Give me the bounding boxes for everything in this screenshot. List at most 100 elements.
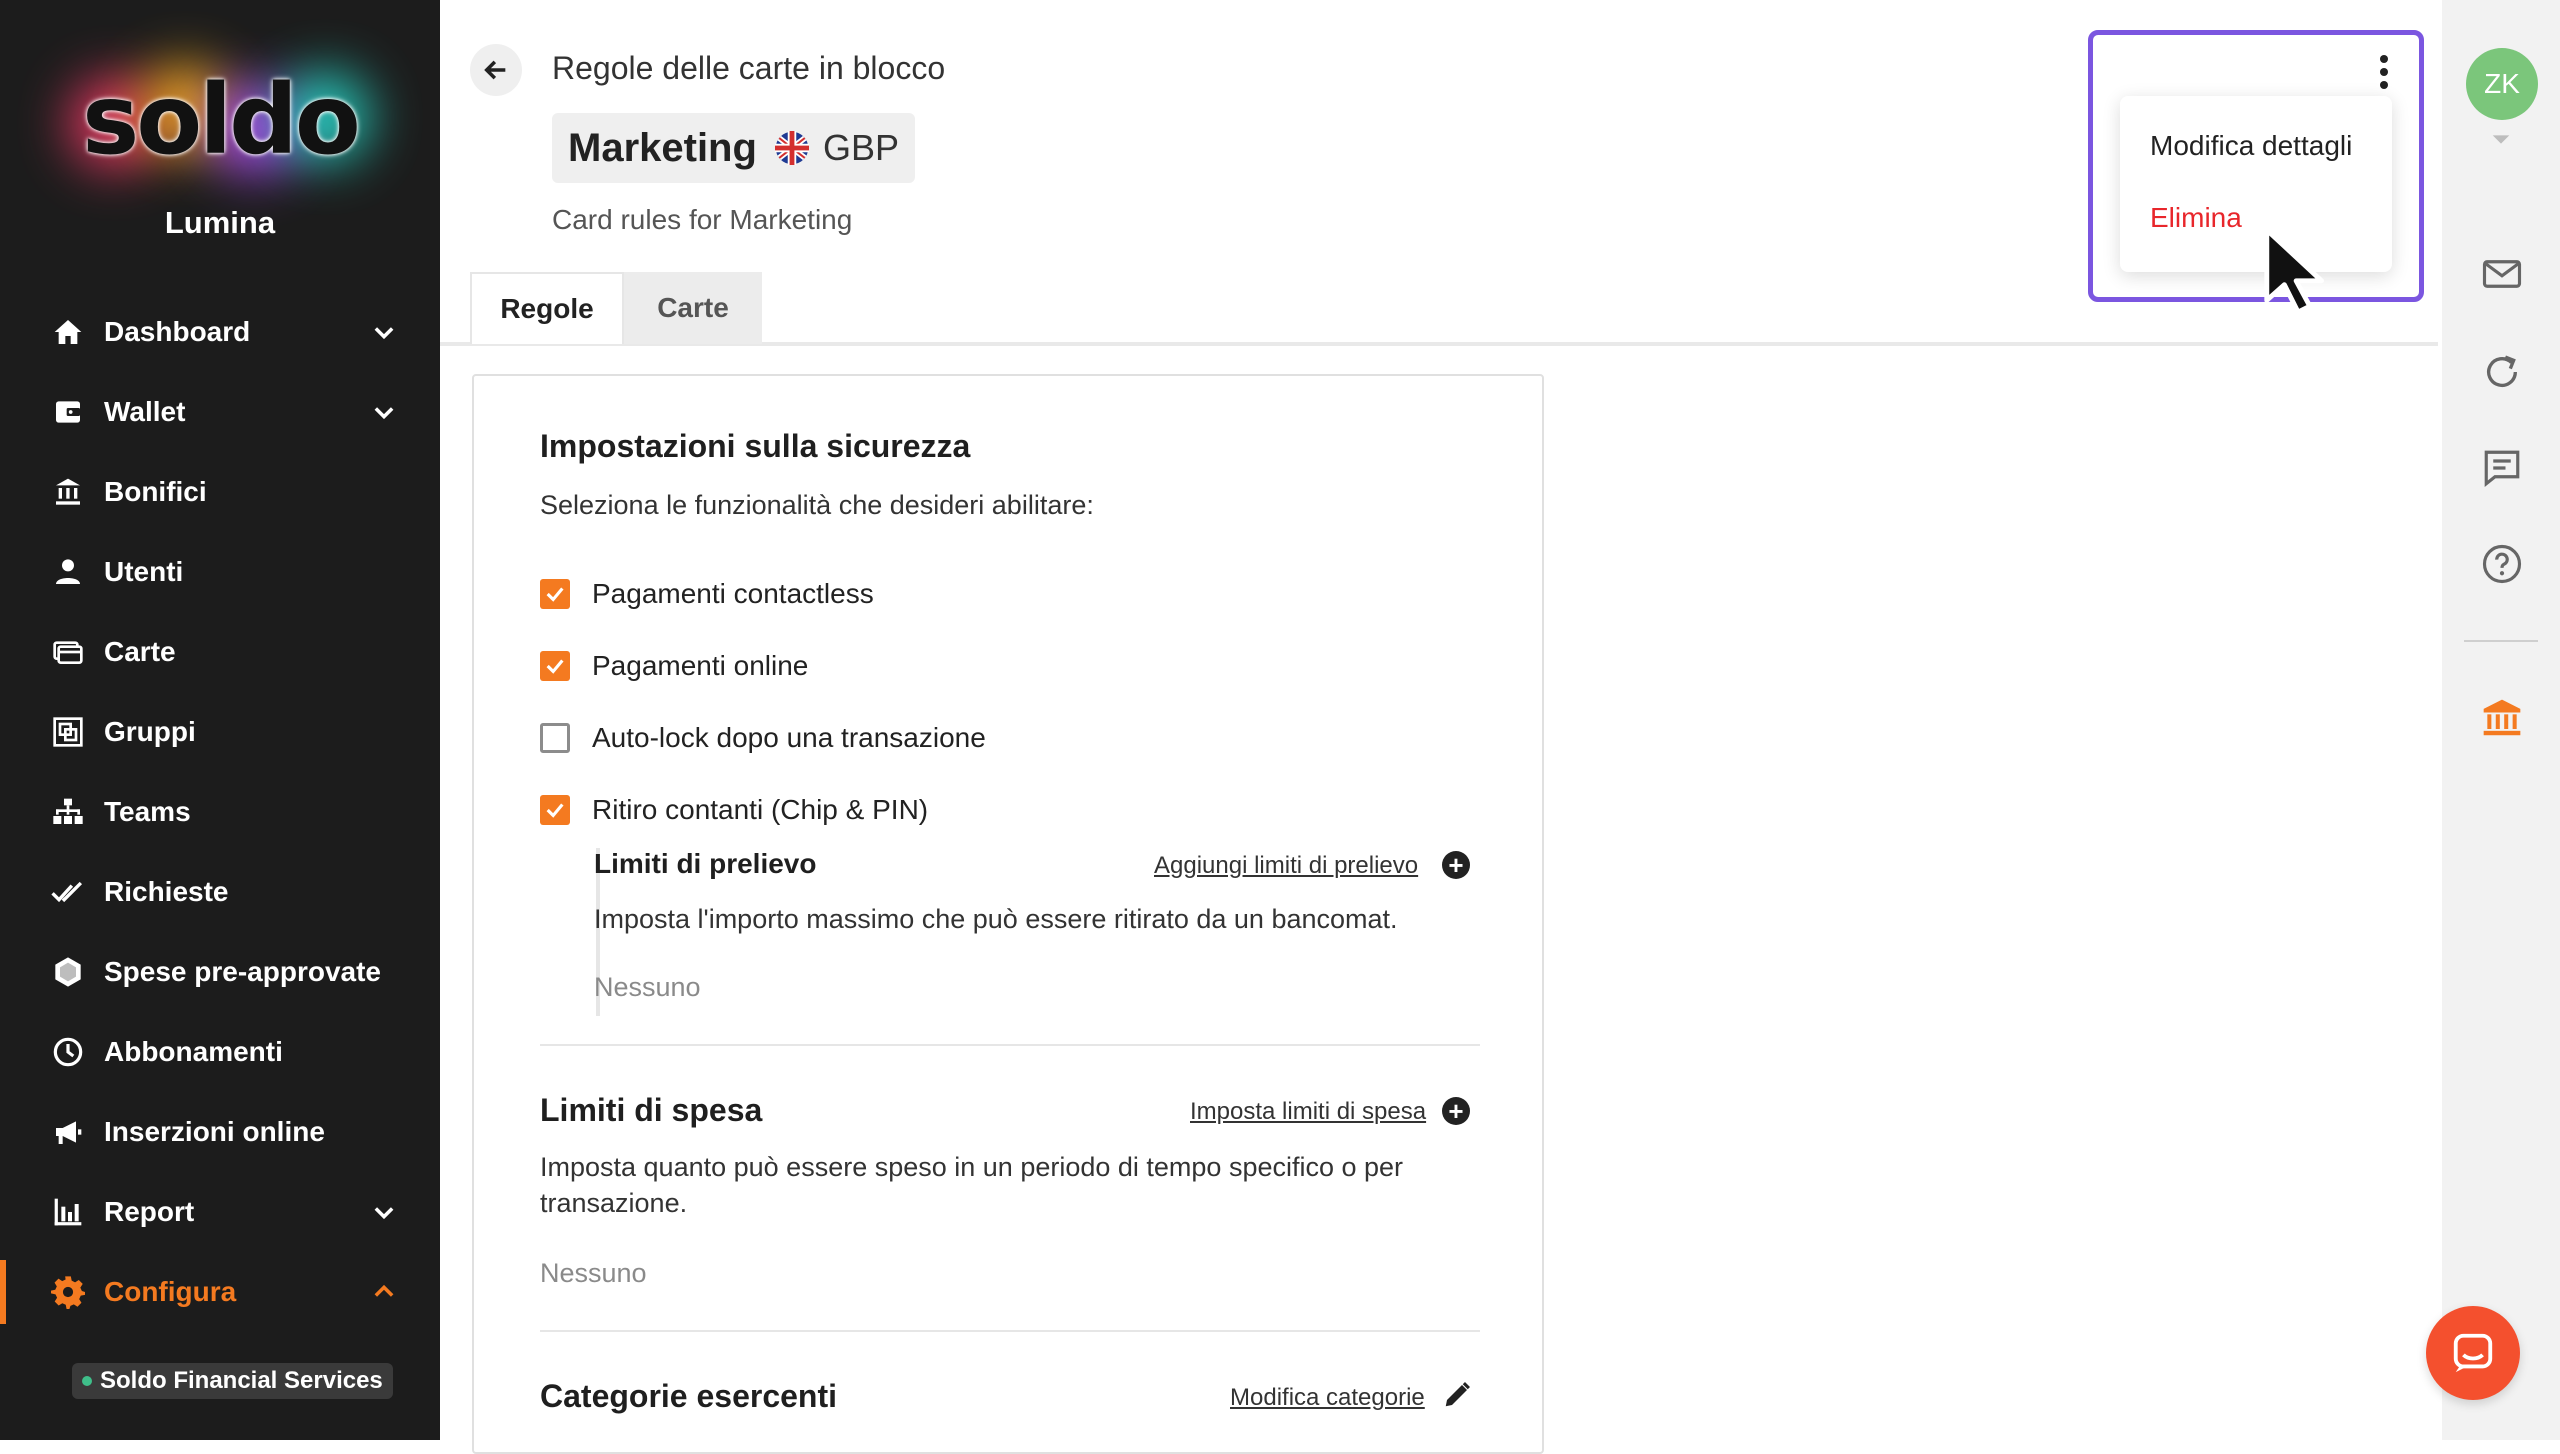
- tab-regole[interactable]: Regole: [470, 272, 624, 344]
- option-auto-lock[interactable]: Auto-lock dopo una transazione: [540, 718, 986, 758]
- sidebar-item-label: Bonifici: [104, 476, 207, 507]
- gear-icon: [50, 1274, 86, 1310]
- cards-icon: [50, 634, 86, 670]
- sidebar-item-richieste[interactable]: Richieste: [0, 852, 440, 932]
- sidebar-item-gruppi[interactable]: Gruppi: [0, 692, 440, 772]
- security-section-title: Impostazioni sulla sicurezza: [540, 428, 971, 464]
- sidebar-item-abbonamenti[interactable]: Abbonamenti: [0, 1012, 440, 1092]
- help-icon[interactable]: [2480, 542, 2524, 586]
- hexagon-icon: [50, 954, 86, 990]
- sidebar-item-configura[interactable]: Configura: [0, 1252, 440, 1332]
- merchant-categories-title: Categorie esercenti: [540, 1378, 838, 1414]
- status-dot: [82, 1376, 92, 1386]
- sidebar-item-label: Configura: [104, 1276, 237, 1307]
- sidebar-nav: Dashboard Wallet Bonifici Utenti Carte G…: [0, 292, 440, 1332]
- page-subtitle: Card rules for Marketing: [552, 204, 853, 235]
- sidebar-item-utenti[interactable]: Utenti: [0, 532, 440, 612]
- menu-item-edit-details[interactable]: Modifica dettagli: [2150, 130, 2352, 162]
- sidebar-item-label: Spese pre-approvate: [104, 956, 381, 987]
- sidebar-item-report[interactable]: Report: [0, 1172, 440, 1252]
- sidebar-item-label: Utenti: [104, 556, 184, 587]
- soldo-logo[interactable]: soldo: [60, 58, 380, 188]
- right-rail: ZK: [2442, 0, 2560, 1440]
- chevron-up-icon[interactable]: [370, 1278, 398, 1306]
- active-indicator: [0, 1260, 6, 1324]
- sidebar-item-label: Gruppi: [104, 716, 196, 747]
- withdrawal-limits-value: Nessuno: [594, 972, 701, 1002]
- wallet-icon: [50, 394, 86, 430]
- checkbox-unchecked[interactable]: [540, 723, 570, 753]
- sidebar-item-teams[interactable]: Teams: [0, 772, 440, 852]
- mouse-cursor-icon: [2264, 227, 2325, 315]
- sidebar: soldo Lumina Dashboard Wallet Bonifici U…: [0, 0, 440, 1440]
- mail-icon[interactable]: [2480, 252, 2524, 296]
- chevron-down-icon[interactable]: [370, 1198, 398, 1226]
- option-cash-withdrawal[interactable]: Ritiro contanti (Chip & PIN): [540, 790, 928, 830]
- sidebar-item-label: Carte: [104, 636, 176, 667]
- home-icon: [50, 314, 86, 350]
- rail-divider: [2464, 640, 2538, 642]
- entity-badge: Soldo Financial Services: [72, 1363, 393, 1399]
- bank-icon[interactable]: [2480, 696, 2524, 740]
- logo-text: soldo: [82, 64, 361, 176]
- sidebar-item-label: Inserzioni online: [104, 1116, 325, 1147]
- option-online[interactable]: Pagamenti online: [540, 646, 808, 686]
- refresh-icon[interactable]: [2480, 350, 2524, 394]
- sidebar-item-bonifici[interactable]: Bonifici: [0, 452, 440, 532]
- checkbox-checked[interactable]: [540, 795, 570, 825]
- divider: [540, 1330, 1480, 1332]
- checkbox-checked[interactable]: [540, 651, 570, 681]
- set-spending-limits-link[interactable]: Imposta limiti di spesa: [1190, 1098, 1426, 1126]
- menu-item-delete[interactable]: Elimina: [2150, 202, 2242, 234]
- support-chat-button[interactable]: [2426, 1306, 2520, 1400]
- bar-chart-icon: [50, 1194, 86, 1230]
- sidebar-item-wallet[interactable]: Wallet: [0, 372, 440, 452]
- withdrawal-limits-description: Imposta l'importo massimo che può essere…: [594, 904, 1398, 934]
- page-title-box: Marketing GBP: [552, 113, 915, 183]
- sidebar-item-label: Report: [104, 1196, 195, 1227]
- sidebar-item-carte[interactable]: Carte: [0, 612, 440, 692]
- tab-carte[interactable]: Carte: [624, 272, 762, 344]
- edit-categories-link[interactable]: Modifica categorie: [1230, 1384, 1425, 1412]
- divider: [540, 1044, 1480, 1046]
- pencil-icon[interactable]: [1442, 1380, 1472, 1410]
- sidebar-item-inserzioni-online[interactable]: Inserzioni online: [0, 1092, 440, 1172]
- withdrawal-limits-title: Limiti di prelievo: [594, 848, 817, 879]
- spending-limits-value: Nessuno: [540, 1258, 647, 1288]
- back-button[interactable]: [470, 44, 522, 96]
- avatar[interactable]: ZK: [2466, 48, 2538, 120]
- plus-circle-icon[interactable]: +: [1442, 1097, 1470, 1125]
- spending-limits-title: Limiti di spesa: [540, 1092, 763, 1128]
- uk-flag-icon: [774, 131, 809, 165]
- currency-code: GBP: [822, 127, 899, 168]
- caret-down-icon[interactable]: [2490, 132, 2512, 148]
- teams-hierarchy-icon: [50, 794, 86, 830]
- sidebar-item-dashboard[interactable]: Dashboard: [0, 292, 440, 372]
- tabs: Regole Carte: [470, 272, 762, 344]
- groups-icon: [50, 714, 86, 750]
- megaphone-icon: [50, 1114, 86, 1150]
- sidebar-item-label: Wallet: [104, 396, 186, 427]
- sidebar-item-spese-pre-approvate[interactable]: Spese pre-approvate: [0, 932, 440, 1012]
- option-label: Pagamenti contactless: [592, 578, 874, 609]
- chevron-down-icon[interactable]: [370, 318, 398, 346]
- spending-limits-description-line1: Imposta quanto può essere speso in un pe…: [540, 1152, 1404, 1182]
- option-contactless[interactable]: Pagamenti contactless: [540, 574, 874, 614]
- page-title: Marketing: [568, 125, 757, 170]
- chat-bubble-icon: [2453, 1333, 2493, 1373]
- security-intro: Seleziona le funzionalità che desideri a…: [540, 490, 1094, 520]
- plus-circle-icon[interactable]: +: [1442, 851, 1470, 879]
- add-withdrawal-limits-link[interactable]: Aggiungi limiti di prelievo: [1154, 852, 1418, 880]
- breadcrumb[interactable]: Regole delle carte in blocco: [552, 50, 945, 87]
- option-label: Ritiro contanti (Chip & PIN): [592, 794, 929, 825]
- rules-card: Impostazioni sulla sicurezza Seleziona l…: [472, 374, 1544, 1454]
- clock-icon: [50, 1034, 86, 1070]
- checkbox-checked[interactable]: [540, 579, 570, 609]
- sidebar-item-label: Teams: [104, 796, 191, 827]
- bank-transfer-icon: [50, 474, 86, 510]
- sidebar-item-label: Richieste: [104, 876, 229, 907]
- more-options-icon[interactable]: [2364, 52, 2404, 92]
- chat-icon[interactable]: [2480, 446, 2524, 490]
- chevron-down-icon[interactable]: [370, 398, 398, 426]
- arrow-left-icon: [484, 60, 506, 80]
